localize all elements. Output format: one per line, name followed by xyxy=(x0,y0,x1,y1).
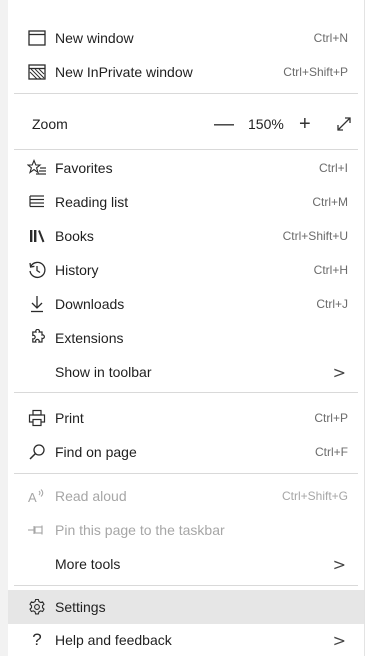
downloads-shortcut: Ctrl+J xyxy=(316,297,348,311)
favorites-label: Favorites xyxy=(55,160,113,176)
read-aloud-shortcut: Ctrl+Shift+G xyxy=(281,489,348,503)
window-icon xyxy=(26,27,48,49)
settings-and-more-menu: New window Ctrl+N New InPrivate window C… xyxy=(0,0,365,656)
menu-item-find-on-page[interactable]: Find on page Ctrl+F xyxy=(8,435,364,469)
favorites-shortcut: Ctrl+I xyxy=(318,161,348,175)
reading-list-label: Reading list xyxy=(55,194,129,210)
svg-text:A: A xyxy=(28,490,37,505)
chevron-right-icon: > xyxy=(332,362,346,382)
print-label: Print xyxy=(55,410,84,426)
history-shortcut: Ctrl+H xyxy=(313,263,348,277)
reading-list-shortcut: Ctrl+M xyxy=(312,195,348,209)
menu-item-pin-taskbar[interactable]: Pin this page to the taskbar xyxy=(8,513,364,547)
menu-item-history[interactable]: History Ctrl+H xyxy=(8,253,364,287)
menu-item-help-and-feedback[interactable]: ? Help and feedback > xyxy=(8,623,364,657)
menu-item-show-in-toolbar[interactable]: Show in toolbar > xyxy=(8,355,364,389)
downloads-label: Downloads xyxy=(55,296,125,312)
chevron-right-icon: > xyxy=(332,554,346,574)
chevron-right-icon: > xyxy=(332,630,346,650)
inprivate-icon xyxy=(26,61,48,83)
menu-item-new-inprivate-window[interactable]: New InPrivate window Ctrl+Shift+P xyxy=(8,55,364,89)
pin-taskbar-label: Pin this page to the taskbar xyxy=(55,522,225,538)
more-tools-label: More tools xyxy=(55,556,121,572)
menu-item-downloads[interactable]: Downloads Ctrl+J xyxy=(8,287,364,321)
help-label: Help and feedback xyxy=(55,632,172,648)
gear-icon xyxy=(26,596,48,618)
zoom-out-button[interactable]: — xyxy=(214,114,234,134)
show-in-toolbar-label: Show in toolbar xyxy=(55,364,152,380)
menu-item-books[interactable]: Books Ctrl+Shift+U xyxy=(8,219,364,253)
new-window-label: New window xyxy=(55,30,134,46)
history-label: History xyxy=(55,262,99,278)
new-inprivate-shortcut: Ctrl+Shift+P xyxy=(283,65,348,79)
extensions-label: Extensions xyxy=(55,330,124,346)
menu-item-reading-list[interactable]: Reading list Ctrl+M xyxy=(8,185,364,219)
reading-list-icon xyxy=(26,191,48,213)
menu-item-print[interactable]: Print Ctrl+P xyxy=(8,401,364,435)
print-icon xyxy=(26,407,48,429)
menu-item-extensions[interactable]: Extensions xyxy=(8,321,364,355)
read-aloud-label: Read aloud xyxy=(55,488,127,504)
question-icon: ? xyxy=(32,630,42,649)
separator xyxy=(14,585,358,586)
download-icon xyxy=(26,293,48,315)
fullscreen-icon[interactable] xyxy=(335,115,353,133)
favorites-icon xyxy=(26,157,48,179)
print-shortcut: Ctrl+P xyxy=(314,411,348,425)
separator xyxy=(14,473,358,474)
menu-item-new-window[interactable]: New window Ctrl+N xyxy=(8,21,364,55)
extensions-icon xyxy=(26,327,48,349)
separator xyxy=(14,149,358,150)
menu-item-favorites[interactable]: Favorites Ctrl+I xyxy=(8,151,364,185)
menu-item-settings[interactable]: Settings xyxy=(8,590,364,624)
settings-label: Settings xyxy=(55,599,106,615)
new-window-shortcut: Ctrl+N xyxy=(313,31,348,45)
books-shortcut: Ctrl+Shift+U xyxy=(282,229,348,243)
separator xyxy=(14,392,358,393)
zoom-label: Zoom xyxy=(32,116,68,132)
find-on-page-shortcut: Ctrl+F xyxy=(315,445,348,459)
books-label: Books xyxy=(55,228,94,244)
zoom-row: Zoom — 150% + xyxy=(8,104,364,144)
new-inprivate-label: New InPrivate window xyxy=(55,64,193,80)
zoom-in-button[interactable]: + xyxy=(299,114,311,134)
read-aloud-icon: A xyxy=(26,485,48,507)
books-icon xyxy=(26,225,48,247)
pin-icon xyxy=(26,519,48,541)
history-icon xyxy=(26,259,48,281)
search-icon xyxy=(26,441,48,463)
menu-item-more-tools[interactable]: More tools > xyxy=(8,547,364,581)
separator xyxy=(14,93,358,94)
zoom-value: 150% xyxy=(248,116,284,132)
menu-item-read-aloud[interactable]: A Read aloud Ctrl+Shift+G xyxy=(8,479,364,513)
find-on-page-label: Find on page xyxy=(55,444,137,460)
